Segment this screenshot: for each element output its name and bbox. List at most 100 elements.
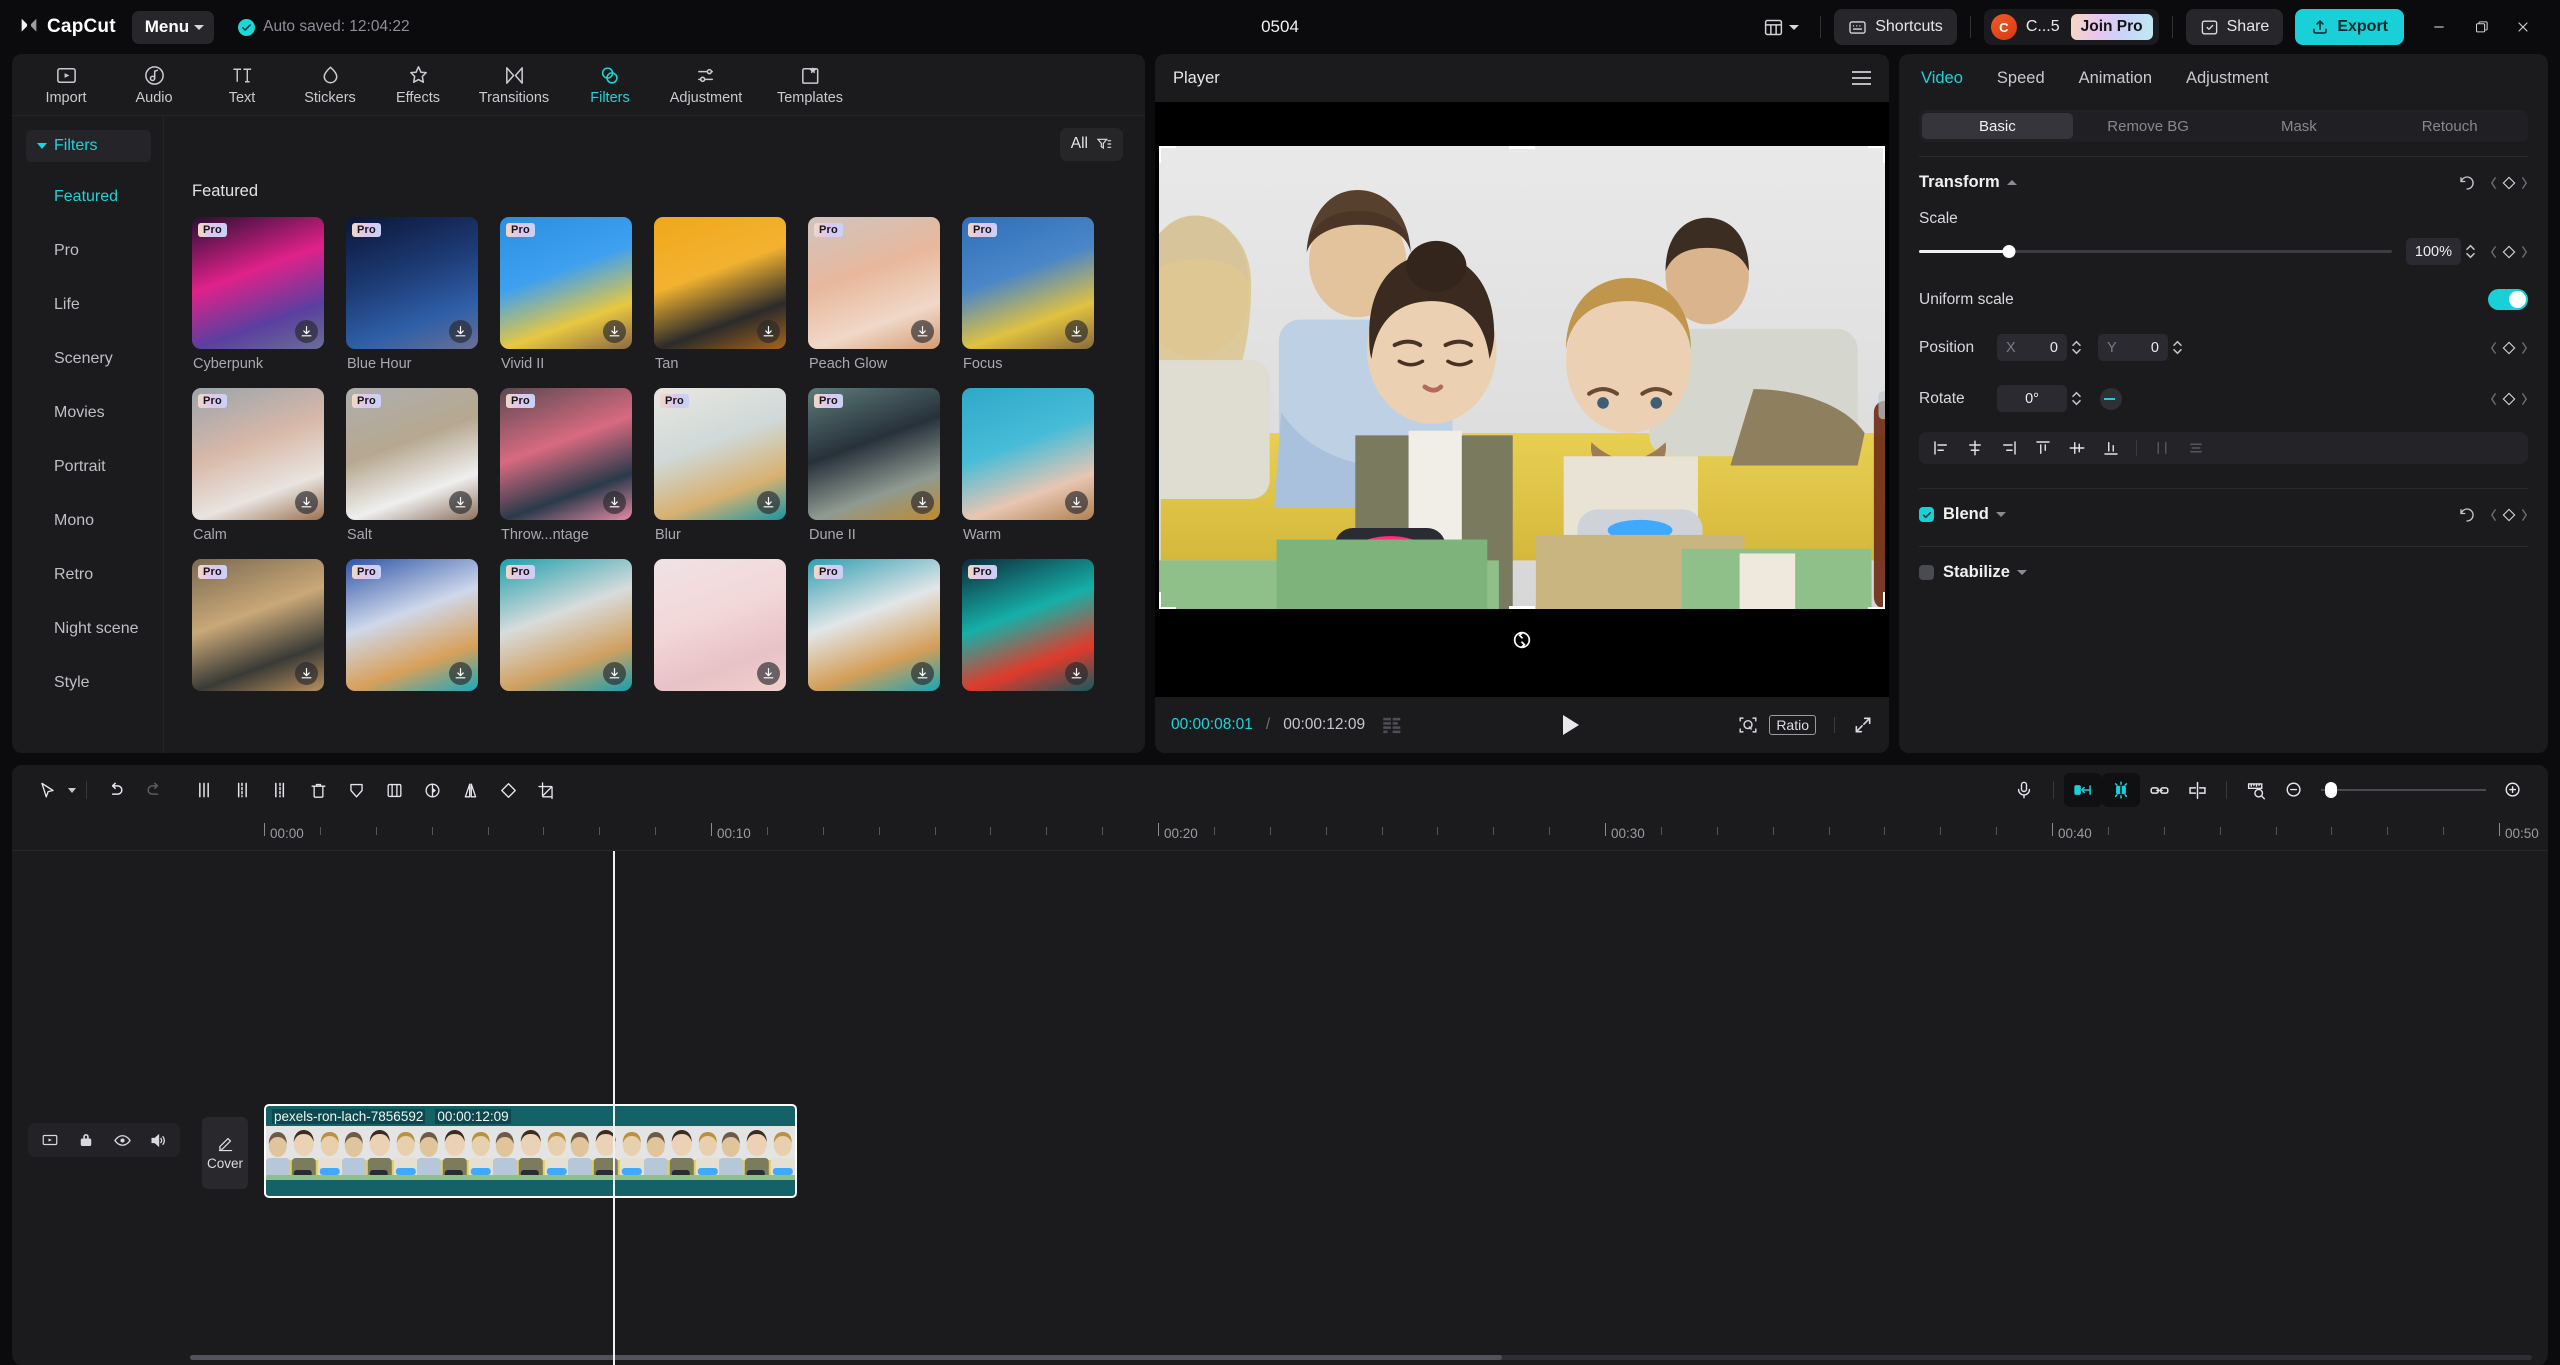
shortcuts-button[interactable]: Shortcuts — [1834, 9, 1957, 45]
filter-thumbnail[interactable]: Pro — [192, 388, 324, 520]
close-button[interactable] — [2502, 9, 2544, 45]
download-icon[interactable] — [911, 320, 934, 343]
maximize-button[interactable] — [2460, 9, 2502, 45]
timeline-ruler[interactable]: 00:00 00:10 00:20 00:30 00:40 00:50 — [12, 815, 2548, 851]
tab-adjustment[interactable]: Adjustment — [2186, 69, 2269, 88]
crop-handle-bottom-right[interactable] — [1868, 592, 1885, 609]
menu-button[interactable]: Menu — [131, 10, 215, 44]
lock-icon[interactable] — [68, 1125, 104, 1155]
segment-remove-bg[interactable]: Remove BG — [2073, 113, 2224, 139]
blend-checkbox[interactable] — [1919, 507, 1934, 522]
cover-button[interactable]: Cover — [202, 1117, 248, 1189]
chevron-up-icon[interactable] — [2006, 180, 2017, 185]
align-center-horizontal-icon[interactable] — [1959, 434, 1991, 462]
sidebar-item-scenery[interactable]: Scenery — [12, 332, 163, 386]
sidebar-item-retro[interactable]: Retro — [12, 548, 163, 602]
download-icon[interactable] — [603, 491, 626, 514]
track-thumbnail-toggle-icon[interactable] — [32, 1125, 68, 1155]
split-icon[interactable] — [185, 773, 223, 807]
scale-value-input[interactable]: 100% — [2405, 238, 2461, 265]
mirror-icon[interactable] — [451, 773, 489, 807]
player-menu-button[interactable] — [1852, 71, 1871, 85]
filter-thumbnail[interactable]: Pro — [500, 217, 632, 349]
stabilize-checkbox[interactable] — [1919, 565, 1934, 580]
download-icon[interactable] — [911, 662, 934, 685]
record-voiceover-icon[interactable] — [2005, 773, 2043, 807]
position-x-stepper[interactable] — [2071, 340, 2082, 355]
segment-retouch[interactable]: Retouch — [2374, 113, 2525, 139]
crop-handle-bottom-center[interactable] — [1509, 606, 1535, 609]
reset-icon[interactable] — [2458, 174, 2476, 192]
timeline-tracks[interactable]: Cover pexels-ron-lach-7856592 00:00:12:0… — [12, 851, 2548, 1365]
crop-handle-bottom-left[interactable] — [1159, 592, 1176, 609]
sidebar-item-life[interactable]: Life — [12, 278, 163, 332]
delete-icon[interactable] — [299, 773, 337, 807]
trim-start-icon[interactable] — [223, 773, 261, 807]
align-bottom-icon[interactable] — [2095, 434, 2127, 462]
keyframe-nav[interactable] — [2490, 175, 2528, 191]
filter-thumbnail[interactable] — [654, 217, 786, 349]
nav-tab-filters[interactable]: Filters — [566, 56, 654, 114]
account-chip[interactable]: C C...5 Join Pro — [1983, 9, 2159, 45]
crop-icon[interactable] — [527, 773, 565, 807]
marker-icon[interactable] — [337, 773, 375, 807]
sidebar-item-night-scene[interactable]: Night scene — [12, 602, 163, 656]
download-icon[interactable] — [1065, 320, 1088, 343]
position-y-input[interactable]: Y 0 — [2098, 334, 2168, 361]
ratio-button[interactable]: Ratio — [1769, 715, 1816, 735]
timeline-horizontal-scrollbar[interactable] — [190, 1355, 2532, 1360]
sidebar-item-style[interactable]: Style — [12, 656, 163, 710]
filter-thumbnail[interactable]: Pro — [808, 388, 940, 520]
tab-animation[interactable]: Animation — [2079, 69, 2152, 88]
link-clips-icon[interactable] — [2140, 773, 2178, 807]
timeline-playhead[interactable] — [613, 851, 615, 1365]
filter-thumbnail[interactable]: Pro — [192, 217, 324, 349]
nav-tab-adjustment[interactable]: Adjustment — [654, 56, 758, 114]
download-icon[interactable] — [603, 320, 626, 343]
segment-mask[interactable]: Mask — [2224, 113, 2375, 139]
export-button[interactable]: Export — [2295, 9, 2404, 45]
select-tool-icon[interactable] — [28, 773, 66, 807]
magnetic-snap-icon[interactable] — [2102, 773, 2140, 807]
rotate-handle-icon[interactable] — [1511, 629, 1533, 651]
speaker-icon[interactable] — [140, 1125, 176, 1155]
download-icon[interactable] — [757, 491, 780, 514]
filter-thumbnail[interactable]: Pro — [500, 388, 632, 520]
distribute-vertical-icon[interactable] — [2180, 434, 2212, 462]
filter-thumbnail[interactable]: Pro — [346, 388, 478, 520]
align-left-icon[interactable] — [1925, 434, 1957, 462]
chevron-down-icon[interactable] — [1995, 512, 2006, 517]
eye-icon[interactable] — [104, 1125, 140, 1155]
segment-basic[interactable]: Basic — [1922, 113, 2073, 139]
download-icon[interactable] — [449, 662, 472, 685]
align-top-icon[interactable] — [2027, 434, 2059, 462]
position-keyframe-nav[interactable] — [2490, 340, 2528, 356]
zoom-out-icon[interactable] — [2275, 773, 2313, 807]
rotate-dial[interactable] — [2100, 387, 2122, 410]
share-button[interactable]: Share — [2185, 9, 2284, 45]
download-icon[interactable] — [449, 320, 472, 343]
align-right-icon[interactable] — [1993, 434, 2025, 462]
scale-keyframe-nav[interactable] — [2490, 244, 2528, 260]
reverse-icon[interactable] — [413, 773, 451, 807]
download-icon[interactable] — [911, 491, 934, 514]
filter-thumbnail[interactable]: Pro — [808, 217, 940, 349]
sidebar-item-portrait[interactable]: Portrait — [12, 440, 163, 494]
chevron-down-icon[interactable] — [2016, 570, 2027, 575]
join-pro-button[interactable]: Join Pro — [2070, 14, 2153, 40]
nav-tab-templates[interactable]: Templates — [758, 56, 862, 114]
redo-icon[interactable] — [135, 773, 173, 807]
filter-thumbnail[interactable]: Pro — [346, 559, 478, 691]
filter-thumbnail[interactable]: Pro — [192, 559, 324, 691]
timecode-display-toggle-icon[interactable] — [1383, 717, 1404, 734]
undo-icon[interactable] — [97, 773, 135, 807]
quality-button[interactable] — [1737, 714, 1759, 736]
filter-grid-scroll[interactable]: Featured Pro Cyberpunk Pro Blue Hour Pro Vivi… — [164, 172, 1145, 753]
nav-tab-transitions[interactable]: Transitions — [462, 56, 566, 114]
timeline-clip-video[interactable]: pexels-ron-lach-7856592 00:00:12:09 — [264, 1104, 797, 1198]
download-icon[interactable] — [757, 662, 780, 685]
zoom-to-fit-icon[interactable] — [2237, 773, 2275, 807]
slider-knob[interactable] — [2325, 782, 2337, 798]
nav-tab-stickers[interactable]: Stickers — [286, 56, 374, 114]
download-icon[interactable] — [449, 491, 472, 514]
